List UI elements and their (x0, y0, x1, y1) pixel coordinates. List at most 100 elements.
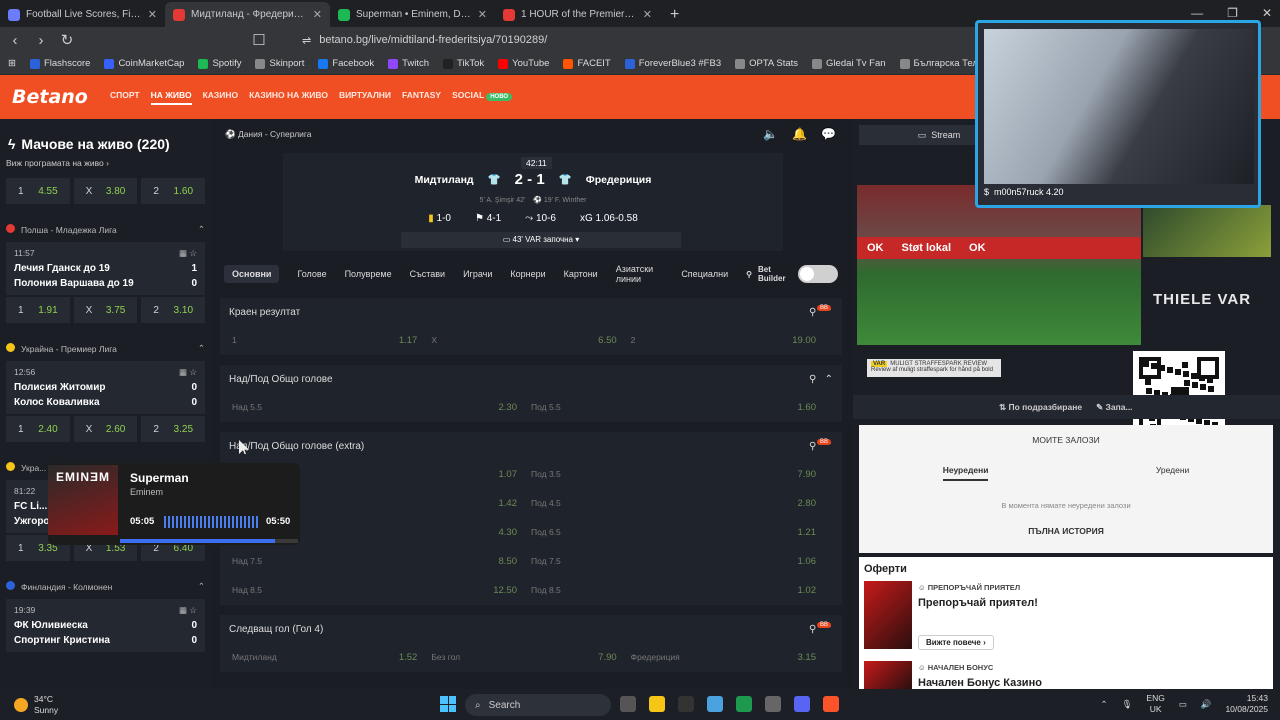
close-tab-icon[interactable]: ✕ (478, 8, 487, 21)
chevron-up-icon[interactable]: ⌃ (1100, 699, 1107, 710)
menu-item[interactable]: ВИРТУАЛНИ (339, 90, 391, 105)
browser-tab[interactable]: Superman • Eminem, Dina Rae ✕ (330, 2, 495, 27)
odd-button[interactable]: 1 2.40 (6, 416, 70, 442)
volume-icon[interactable]: 🔊 (1201, 699, 1212, 710)
full-history-link[interactable]: ПЪЛНА ИСТОРИЯ (859, 526, 1273, 536)
bookmark-item[interactable]: CoinMarketCap (104, 58, 184, 69)
back-icon[interactable]: ‹ (4, 32, 26, 49)
sort-saved[interactable]: ✎ Запа... (1096, 402, 1132, 413)
odd-button[interactable]: 1 1.17 (232, 335, 431, 346)
tab-settled-bets[interactable]: Уредени (1156, 465, 1189, 481)
market-tab[interactable]: Картони (564, 269, 598, 279)
close-tab-icon[interactable]: ✕ (643, 8, 652, 21)
menu-item[interactable]: SOCIAL НОВО (452, 90, 513, 105)
close-tab-icon[interactable]: ✕ (148, 8, 157, 21)
language-indicator[interactable]: ENG UK (1146, 693, 1164, 715)
odd-button[interactable]: Фредериция 3.15 (631, 652, 830, 663)
odd-button[interactable]: Над 8.5 12.50 (232, 585, 531, 596)
bookmark-item[interactable]: Spotify (198, 58, 241, 69)
odd-button[interactable]: Над 5.5 2.30 (232, 402, 531, 413)
league-header[interactable]: Украйна - Премиер Лига ⌃ (0, 335, 211, 361)
odd-button[interactable]: X 3.75 (73, 297, 138, 323)
minimize-icon[interactable]: — (1191, 6, 1203, 20)
mic-icon[interactable]: 🎙 (1122, 699, 1133, 710)
bookmark-item[interactable]: Twitch (388, 58, 429, 69)
browser-tab[interactable]: 1 HOUR of the Premier League's BES ✕ (495, 2, 660, 27)
bookmark-item[interactable]: Flashscore (29, 58, 90, 69)
market-tab[interactable]: Играчи (463, 269, 492, 279)
bookmark-item[interactable]: YouTube (498, 58, 549, 69)
menu-item[interactable]: СПОРТ (110, 90, 140, 105)
odd-button[interactable]: Под 7.5 1.06 (531, 556, 830, 567)
market-tab[interactable]: Специални (681, 269, 728, 279)
market-header[interactable]: Краен резултат ⚲ ⌃ BB (220, 298, 842, 326)
odd-button[interactable]: X 2.60 (73, 416, 138, 442)
odd-button[interactable]: 2 3.25 (141, 416, 206, 442)
bookmark-item[interactable]: FACEIT (563, 58, 611, 69)
site-info-icon[interactable]: ⇌ (302, 34, 311, 47)
menu-item[interactable]: FANTASY (402, 90, 441, 105)
league-header[interactable]: Финландия - Колмонен ⌃ (0, 573, 211, 599)
odd-button[interactable]: Под 6.5 1.21 (531, 527, 830, 538)
bookmark-item[interactable]: Gledai Tv Fan (812, 58, 886, 69)
betano-logo[interactable]: Betano (12, 86, 102, 108)
market-tab[interactable]: Основни (224, 265, 280, 283)
task-view-icon[interactable] (620, 696, 636, 712)
bookmark-item[interactable]: ForeverBlue3 #FB3 (624, 58, 721, 69)
weather-widget[interactable]: 34°C Sunny (14, 694, 58, 716)
breadcrumb[interactable]: ⚽ Дания - Суперлига (225, 129, 312, 140)
odd-button[interactable]: Под 8.5 1.02 (531, 585, 830, 596)
odd-draw[interactable]: X 3.80 (73, 178, 138, 204)
menu-item[interactable]: КАЗИНО НА ЖИВО (249, 90, 328, 105)
network-icon[interactable]: ▭ (1179, 699, 1187, 710)
market-header[interactable]: Над/Под Общо голове (extra) ⚲ ⌃ BB (220, 432, 842, 460)
odd-button[interactable]: Под 5.5 1.60 (531, 402, 830, 413)
market-tab[interactable]: Състави (410, 269, 445, 279)
app-icon[interactable] (736, 696, 752, 712)
match-card[interactable]: 19:39 ▦ ☆ ФК Юливиеска 0 Спортинг Кристина 0 (6, 599, 205, 652)
reload-icon[interactable]: ↻ (56, 31, 78, 49)
match-card[interactable]: 11:57 ▦ ☆ Лечия Гданск до 19 1 Полония Варша… (6, 242, 205, 295)
offer-card[interactable]: ☺ НАЧАЛЕН БОНУС Начален Бонус Казино (864, 661, 1268, 689)
app-icon[interactable] (678, 696, 694, 712)
chat-icon[interactable]: 💬 (821, 127, 836, 141)
market-header[interactable]: Над/Под Общо голове ⚲ ⌃ (220, 365, 842, 393)
market-header[interactable]: Следващ гол (Гол 4) ⚲ ⌃ BB (220, 615, 842, 643)
odd-button[interactable]: Без гол 7.90 (431, 652, 630, 663)
odd-button[interactable]: Мидтиланд 1.52 (232, 652, 431, 663)
match-card[interactable]: 12:56 ▦ ☆ Полисия Житомир 0 Колос Коваливка 0 (6, 361, 205, 414)
bookmark-item[interactable]: Facebook (318, 58, 374, 69)
bookmark-icon[interactable]: ☐ (248, 31, 270, 49)
menu-item[interactable]: НА ЖИВО (150, 90, 192, 105)
windows-start-icon[interactable] (440, 696, 456, 712)
menu-item[interactable]: КАЗИНО (203, 90, 239, 105)
odd-button[interactable]: Над 7.5 8.50 (232, 556, 531, 567)
sort-default[interactable]: ⇅ По подразбиране (999, 402, 1082, 413)
match-video[interactable]: OK Støt lokal OK (857, 185, 1141, 345)
bet-builder-toggle[interactable]: ⚲ Bet Builder (746, 265, 838, 283)
offer-card[interactable]: ☺ ПРЕПОРЪЧАЙ ПРИЯТЕЛ Препоръчай приятел!… (864, 581, 1268, 650)
bookmark-item[interactable]: Skinport (255, 58, 304, 69)
clock[interactable]: 15:43 10/08/2025 (1225, 693, 1268, 715)
odd-button[interactable]: X 6.50 (431, 335, 630, 346)
odd-button[interactable]: Под 4.5 2.80 (531, 498, 830, 509)
brave-icon[interactable] (823, 696, 839, 712)
apps-icon[interactable]: ⊞ (8, 58, 16, 69)
odd-button[interactable]: Под 3.5 7.90 (531, 469, 830, 480)
odd-away[interactable]: 2 1.60 (141, 178, 206, 204)
bookmark-item[interactable]: OPTA Stats (735, 58, 798, 69)
bell-icon[interactable]: 🔔 (792, 127, 807, 141)
sound-icon[interactable]: 🔈 (763, 127, 778, 141)
app-icon[interactable] (765, 696, 781, 712)
new-tab-icon[interactable]: + (660, 2, 689, 27)
see-more-button[interactable]: Вижте повече › (918, 635, 994, 650)
maximize-icon[interactable]: ❐ (1227, 6, 1238, 20)
market-tab[interactable]: Азиатски линии (616, 264, 664, 284)
program-link[interactable]: Виж програмата на живо › (6, 158, 211, 168)
odd-button[interactable]: 1 1.91 (6, 297, 70, 323)
close-tab-icon[interactable]: ✕ (313, 8, 322, 21)
tab-open-bets[interactable]: Неуредени (942, 465, 989, 481)
close-icon[interactable]: ✕ (1262, 6, 1272, 20)
market-tab[interactable]: Голове (297, 269, 326, 279)
app-icon[interactable] (707, 696, 723, 712)
